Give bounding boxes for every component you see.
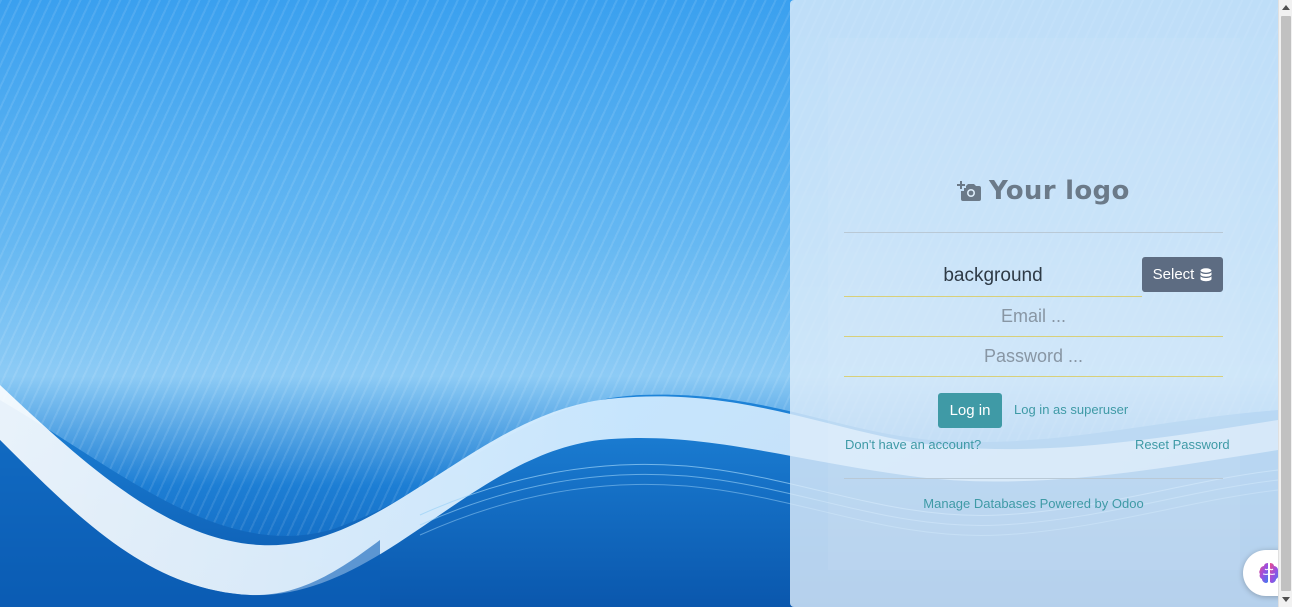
manage-databases-link[interactable]: Manage Databases Powered by Odoo [844,496,1223,511]
scroll-down-arrow-icon[interactable] [1282,597,1290,602]
reset-password-link[interactable]: Reset Password [1135,437,1230,452]
password-input[interactable] [844,337,1223,377]
add-photo-icon [957,181,981,201]
page-scrollbar[interactable] [1278,0,1292,607]
logo-divider [844,232,1223,233]
superuser-login-link[interactable]: Log in as superuser [1014,402,1128,417]
select-database-label: Select [1152,266,1195,283]
login-button[interactable]: Log in [938,393,1002,428]
signup-link[interactable]: Don't have an account? [845,437,981,452]
footer-divider [844,478,1223,479]
email-input[interactable] [844,297,1223,337]
database-value: background [943,265,1043,286]
company-logo: Your logo [957,176,1130,206]
scrollbar-thumb[interactable] [1281,16,1291,591]
select-database-button[interactable]: Select [1142,257,1223,292]
database-icon [1200,267,1212,281]
scroll-up-arrow-icon[interactable] [1282,5,1290,10]
logo-text: Your logo [989,176,1130,206]
database-field[interactable]: background [844,256,1142,297]
